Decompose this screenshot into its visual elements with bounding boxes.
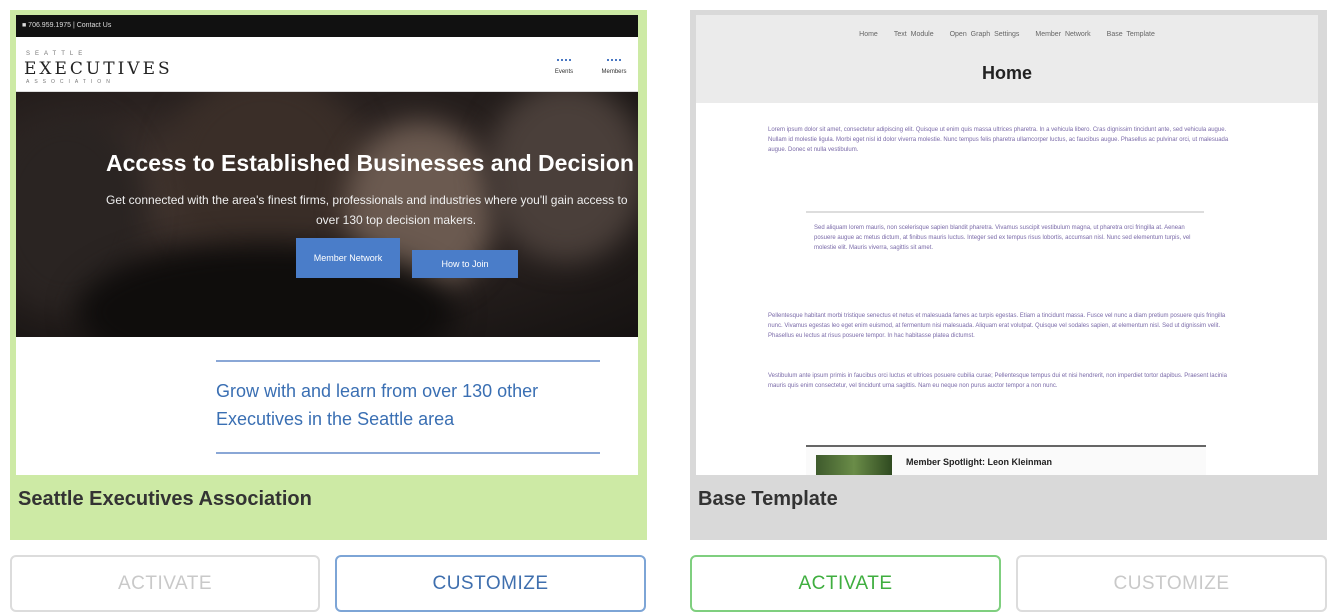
body-paragraph: Pellentesque habitant morbi tristique se… xyxy=(768,313,1226,339)
body-paragraph: Lorem ipsum dolor sit amet, consectetur … xyxy=(768,127,1229,153)
hero-member-network-button: Member Network xyxy=(296,238,400,278)
body-paragraph: Vestibulum ante ipsum primis in faucibus… xyxy=(768,373,1227,389)
preview-nav-events: Events xyxy=(544,51,584,75)
preview-topbar: ■ 706.959.1975 | Contact Us xyxy=(16,15,638,37)
logo-sub-text: ASSOCIATION xyxy=(26,79,115,85)
preview-nav: Home Text Module Open Graph Settings Member… xyxy=(859,31,1155,38)
spotlight-image xyxy=(816,455,892,475)
logo-small-text: SEATTLE xyxy=(26,51,88,57)
members-icon xyxy=(607,51,621,61)
hero-text: Get connected with the area's finest fir… xyxy=(106,193,628,227)
spotlight-title: Member Spotlight: Leon Kleinman xyxy=(906,457,1053,467)
preview-page-title: Home xyxy=(981,63,1032,83)
customize-button[interactable]: CUSTOMIZE xyxy=(1016,555,1327,612)
activate-button[interactable]: ACTIVATE xyxy=(10,555,320,612)
template-card-base-template[interactable]: Home Text Module Open Graph Settings Member… xyxy=(690,10,1327,540)
activate-button[interactable]: ACTIVATE xyxy=(690,555,1001,612)
member-spotlight: Member Spotlight: Leon Kleinman xyxy=(806,445,1206,475)
template-title: Seattle Executives Association xyxy=(18,488,312,510)
template-preview: Home Text Module Open Graph Settings Member… xyxy=(696,15,1318,475)
divider xyxy=(216,360,600,362)
template-title: Base Template xyxy=(698,488,838,510)
hero-how-to-join-button: How to Join xyxy=(412,250,518,278)
logo: EXECUTIVES xyxy=(24,59,173,79)
template-preview: ■ 706.959.1975 | Contact Us SEATTLE EXEC… xyxy=(16,15,638,475)
hero-title: Access to Established Businesses and Dec… xyxy=(106,150,638,176)
customize-button[interactable]: CUSTOMIZE xyxy=(335,555,646,612)
events-icon xyxy=(557,51,571,61)
preview-header: Home Text Module Open Graph Settings Member… xyxy=(696,15,1318,103)
blockquote: Sed aliquam lorem mauris, non scelerisqu… xyxy=(806,211,1204,251)
grow-text: Grow with and learn from over 130 other … xyxy=(216,381,539,429)
preview-nav-members: Members xyxy=(594,51,634,75)
preview-hero: Access to Established Businesses and Dec… xyxy=(16,92,638,337)
template-card-seattle-executives[interactable]: ■ 706.959.1975 | Contact Us SEATTLE EXEC… xyxy=(10,10,647,540)
preview-header: SEATTLE EXECUTIVES ASSOCIATION Events Me… xyxy=(16,37,638,92)
divider xyxy=(216,452,600,454)
